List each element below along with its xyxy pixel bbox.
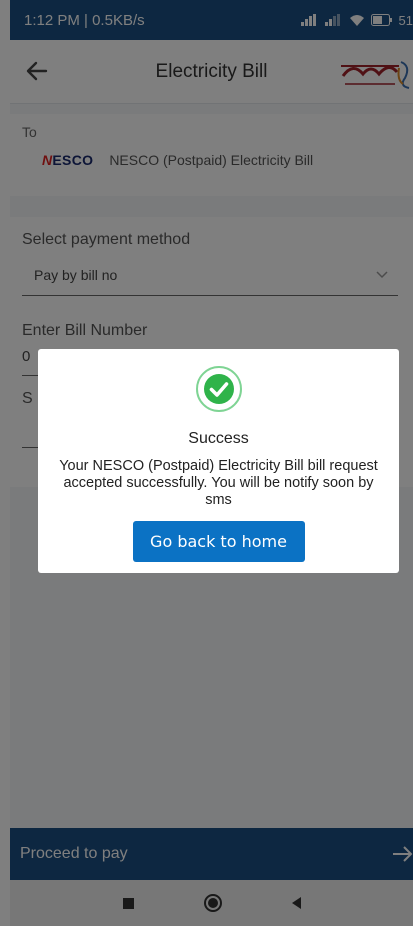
go-home-button[interactable]: Go back to home: [132, 521, 305, 562]
dialog-title: Success: [188, 430, 249, 447]
check-circle-icon: [195, 366, 242, 412]
dialog-message: Your NESCO (Postpaid) Electricity Bill b…: [59, 458, 378, 508]
success-dialog: Success Your NESCO (Postpaid) Electricit…: [38, 349, 399, 573]
